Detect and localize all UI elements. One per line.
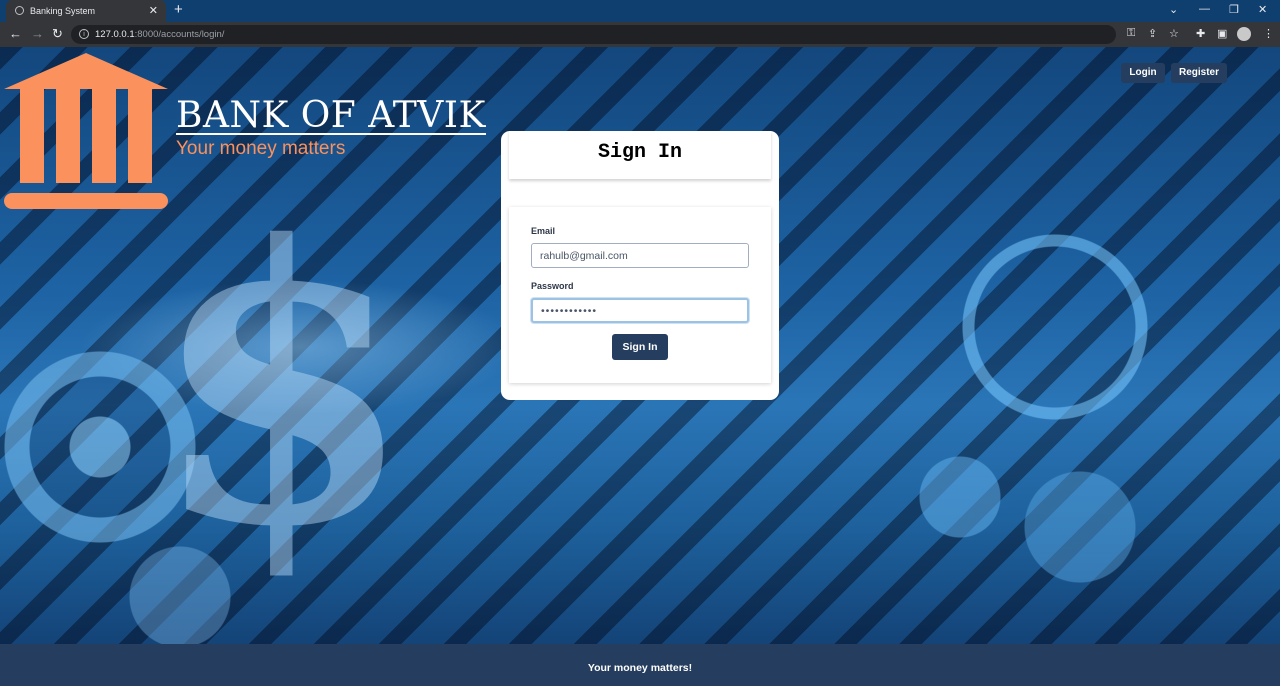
browser-tab-strip: Banking System ✕ + ⌄ — ❐ ✕ [0, 0, 1280, 22]
sidebar-icon[interactable]: ▣ [1217, 27, 1227, 40]
star-icon[interactable]: ☆ [1169, 27, 1179, 40]
address-bar[interactable]: i 127.0.0.1:8000/accounts/login/ [71, 25, 1116, 44]
tab-close-icon[interactable]: ✕ [149, 4, 158, 17]
browser-tab[interactable]: Banking System ✕ [6, 0, 166, 22]
footer-text: Your money matters! [587, 662, 693, 674]
password-field[interactable] [531, 298, 749, 323]
register-button[interactable]: Register [1171, 63, 1227, 83]
tab-title: Banking System [30, 6, 96, 16]
window-close-icon[interactable]: ✕ [1258, 3, 1267, 16]
email-field[interactable] [531, 243, 749, 268]
puzzle-icon[interactable]: ✚ [1196, 27, 1205, 40]
new-tab-icon[interactable]: + [174, 1, 183, 18]
login-button[interactable]: Login [1121, 63, 1165, 83]
key-icon[interactable]: ⚿ [1127, 27, 1135, 40]
restore-icon[interactable]: ❐ [1229, 3, 1239, 16]
email-label: Email [531, 226, 556, 236]
minimize-icon[interactable]: — [1199, 3, 1210, 15]
sign-in-button[interactable]: Sign In [612, 334, 668, 360]
site-info-icon[interactable]: i [79, 29, 89, 39]
sign-in-form: Email Password Sign In [509, 207, 771, 383]
tab-search-icon[interactable]: ⌄ [1169, 3, 1178, 16]
page-background: $ BANK OF ATVIK Your money matters Login… [0, 47, 1280, 644]
browser-toolbar: ← → ↻ i 127.0.0.1:8000/accounts/login/ [0, 22, 1280, 47]
sign-in-title: Sign In [597, 141, 682, 164]
forward-icon[interactable]: → [31, 26, 44, 41]
dollar-sign-decoration: $ [150, 163, 415, 610]
bank-logo-icon [4, 53, 168, 209]
profile-icon[interactable] [1237, 27, 1251, 41]
password-label: Password [531, 281, 574, 291]
brand-name: BANK OF ATVIK [176, 95, 486, 136]
back-icon[interactable]: ← [9, 26, 22, 41]
brand-underline [176, 133, 486, 135]
sign-in-card: Sign In Email Password Sign In [501, 131, 779, 400]
footer: Your money matters! [0, 644, 1280, 686]
reload-icon[interactable]: ↻ [52, 26, 63, 42]
globe-icon [15, 6, 24, 15]
brand-tagline: Your money matters [176, 138, 346, 159]
menu-icon[interactable]: ⋮ [1263, 27, 1274, 40]
url-text[interactable]: 127.0.0.1:8000/accounts/login/ [95, 29, 224, 40]
share-icon[interactable]: ⇪ [1148, 27, 1157, 40]
